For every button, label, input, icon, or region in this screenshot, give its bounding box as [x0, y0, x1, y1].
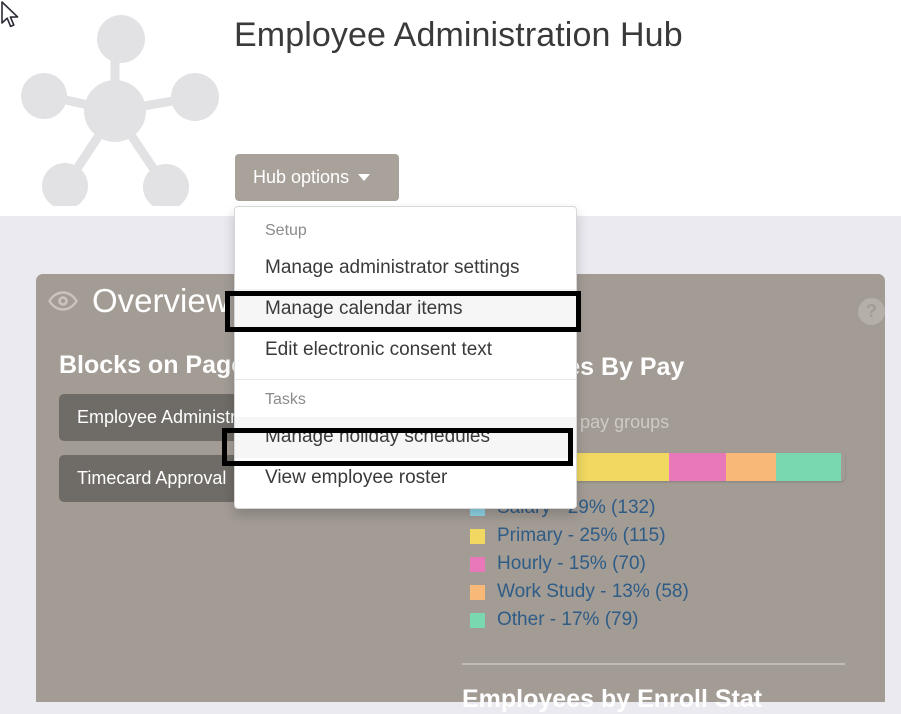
- legend-swatch: [470, 612, 485, 628]
- legend-swatch: [470, 528, 485, 544]
- menu-divider: [235, 379, 576, 380]
- question-mark-icon[interactable]: ?: [858, 298, 885, 325]
- page-title: Employee Administration Hub: [234, 16, 683, 54]
- menu-item-edit-electronic-consent-text[interactable]: Edit electronic consent text: [235, 330, 576, 371]
- menu-section-header: Tasks: [265, 391, 306, 408]
- eye-icon: [48, 290, 78, 312]
- legend-label: Other - 17% (79): [497, 609, 639, 630]
- page-header: Employee Administration Hub: [0, 0, 901, 216]
- bar-segment-hourly: [668, 453, 727, 481]
- caret-down-icon: [358, 174, 371, 181]
- legend-row: Primary - 25% (115): [470, 522, 689, 550]
- menu-item-manage-administrator-settings[interactable]: Manage administrator settings: [235, 248, 576, 289]
- overview-header: Overview: [48, 282, 230, 320]
- blocks-on-page-heading: Blocks on Page: [59, 351, 246, 379]
- legend-label: Work Study - 13% (58): [497, 581, 689, 602]
- hub-options-label: Hub options: [253, 167, 350, 187]
- legend-swatch: [470, 556, 485, 572]
- chart-divider: [462, 663, 845, 665]
- hub-network-icon: [10, 6, 220, 210]
- hub-options-menu[interactable]: Setup Manage administrator settings Manage…: [234, 206, 577, 509]
- bar-segment-work-study: [726, 453, 777, 481]
- legend-row: Work Study - 13% (58): [470, 578, 689, 606]
- legend-label: Hourly - 15% (70): [497, 553, 646, 574]
- menu-section-header: Setup: [265, 222, 307, 239]
- legend-swatch: [470, 584, 485, 600]
- legend-label: Primary - 25% (115): [497, 525, 666, 546]
- overview-title: Overview: [92, 282, 230, 319]
- menu-item-view-employee-roster[interactable]: View employee roster: [235, 458, 576, 499]
- menu-item-manage-calendar-items[interactable]: Manage calendar items: [235, 289, 576, 330]
- bar-segment-primary: [573, 453, 669, 481]
- legend-row: Hourly - 15% (70): [470, 550, 689, 578]
- chart-legend: Salary - 29% (132) Primary - 25% (115) Hou…: [470, 494, 689, 634]
- block-item-label: Timecard Approval: [77, 468, 227, 488]
- bottom-chart-title: Employees by Enroll Stat: [462, 685, 763, 713]
- bar-segment-other: [776, 453, 842, 481]
- hub-options-button[interactable]: Hub options: [235, 154, 399, 201]
- menu-item-manage-holiday-schedules[interactable]: Manage holiday schedules: [235, 417, 576, 458]
- legend-row: Other - 17% (79): [470, 606, 689, 634]
